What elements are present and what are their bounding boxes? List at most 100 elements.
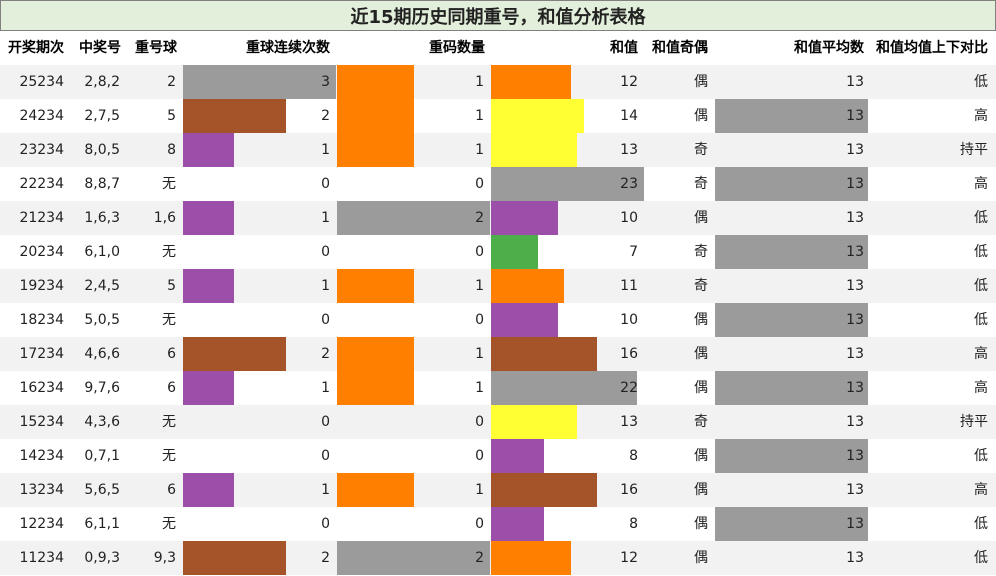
consecutive-bar [183,541,286,575]
cell-period: 16234 [19,380,64,396]
cell-sum-avg: 13 [846,142,864,158]
cell-compare: 低 [974,516,988,532]
cell-sum-avg: 13 [846,312,864,328]
cell-period: 23234 [19,142,64,158]
cell-period: 25234 [19,74,64,90]
cell-consecutive: 2 [321,550,330,566]
cell-repeat-count: 0 [475,516,484,532]
cell-period: 17234 [19,346,64,362]
sum-bar [491,337,597,371]
cell-numbers: 2,8,2 [84,74,120,90]
header-numbers: 中奖号 [79,40,121,56]
cell-numbers: 5,0,5 [84,312,120,328]
cell-repeat-ball: 5 [167,278,176,294]
cell-period: 13234 [19,482,64,498]
cell-sum: 16 [620,346,638,362]
cell-consecutive: 0 [321,414,330,430]
cell-sum: 13 [620,414,638,430]
cell-numbers: 0,7,1 [84,448,120,464]
sum-bar [491,99,584,133]
cell-repeat-ball: 无 [162,448,176,464]
table-row: 23234 8,0,5 8 1 1 13 奇 13 持平 [0,133,996,167]
cell-repeat-count: 1 [475,108,484,124]
cell-sum-avg: 13 [846,244,864,260]
cell-period: 14234 [19,448,64,464]
repeat-count-bar [337,337,414,371]
cell-sum: 22 [620,380,638,396]
cell-compare: 高 [974,176,988,192]
cell-compare: 高 [974,380,988,396]
table-row: 14234 0,7,1 无 0 0 8 偶 13 低 [0,439,996,473]
cell-repeat-ball: 6 [167,482,176,498]
cell-period: 21234 [19,210,64,226]
sum-bar [491,473,597,507]
cell-numbers: 4,6,6 [84,346,120,362]
cell-period: 20234 [19,244,64,260]
cell-compare: 低 [974,312,988,328]
cell-consecutive: 1 [321,380,330,396]
header-compare: 和值均值上下对比 [876,40,988,56]
cell-period: 19234 [19,278,64,294]
cell-sum-avg: 13 [846,448,864,464]
cell-consecutive: 0 [321,244,330,260]
cell-parity: 偶 [694,380,708,396]
cell-sum: 16 [620,482,638,498]
cell-compare: 高 [974,108,988,124]
cell-consecutive: 0 [321,176,330,192]
header-consecutive: 重球连续次数 [246,40,330,56]
repeat-count-bar [337,473,414,507]
sum-bar [491,439,544,473]
repeat-count-bar [337,541,490,575]
cell-sum-avg: 13 [846,346,864,362]
cell-numbers: 5,6,5 [84,482,120,498]
consecutive-bar [183,201,234,235]
consecutive-bar [183,337,286,371]
header-repeat-count: 重码数量 [429,40,485,56]
cell-parity: 奇 [694,176,708,192]
cell-compare: 高 [974,482,988,498]
cell-consecutive: 1 [321,142,330,158]
header-repeat-ball: 重号球 [135,40,177,56]
cell-repeat-ball: 1,6 [153,210,176,226]
cell-numbers: 2,4,5 [84,278,120,294]
table-title: 近15期历史同期重号，和值分析表格 [0,0,996,31]
cell-repeat-count: 0 [475,414,484,430]
cell-compare: 低 [974,550,988,566]
cell-numbers: 8,8,7 [84,176,120,192]
cell-sum: 13 [620,142,638,158]
cell-sum: 12 [620,550,638,566]
cell-sum: 14 [620,108,638,124]
header-sum: 和值 [610,40,638,56]
cell-sum: 10 [620,312,638,328]
cell-period: 11234 [19,550,64,566]
cell-repeat-ball: 2 [167,74,176,90]
cell-repeat-ball: 无 [162,176,176,192]
repeat-count-bar [337,133,414,167]
cell-sum-avg: 13 [846,210,864,226]
repeat-count-bar [337,99,414,133]
cell-repeat-ball: 无 [162,414,176,430]
cell-parity: 奇 [694,142,708,158]
cell-parity: 偶 [694,448,708,464]
cell-parity: 偶 [694,346,708,362]
cell-sum-avg: 13 [846,108,864,124]
cell-parity: 奇 [694,244,708,260]
cell-numbers: 9,7,6 [84,380,120,396]
cell-consecutive: 0 [321,312,330,328]
cell-repeat-count: 0 [475,176,484,192]
cell-sum: 11 [620,278,638,294]
cell-consecutive: 1 [321,278,330,294]
table-row: 15234 4,3,6 无 0 0 13 奇 13 持平 [0,405,996,439]
consecutive-bar [183,65,336,99]
table-row: 17234 4,6,6 6 2 1 16 偶 13 高 [0,337,996,371]
repeat-count-bar [337,201,490,235]
cell-sum-avg: 13 [846,550,864,566]
cell-repeat-ball: 5 [167,108,176,124]
table-row: 20234 6,1,0 无 0 0 7 奇 13 低 [0,235,996,269]
consecutive-bar [183,269,234,303]
sum-bar [491,405,577,439]
table-row: 24234 2,7,5 5 2 1 14 偶 13 高 [0,99,996,133]
cell-numbers: 2,7,5 [84,108,120,124]
cell-numbers: 0,9,3 [84,550,120,566]
cell-numbers: 8,0,5 [84,142,120,158]
